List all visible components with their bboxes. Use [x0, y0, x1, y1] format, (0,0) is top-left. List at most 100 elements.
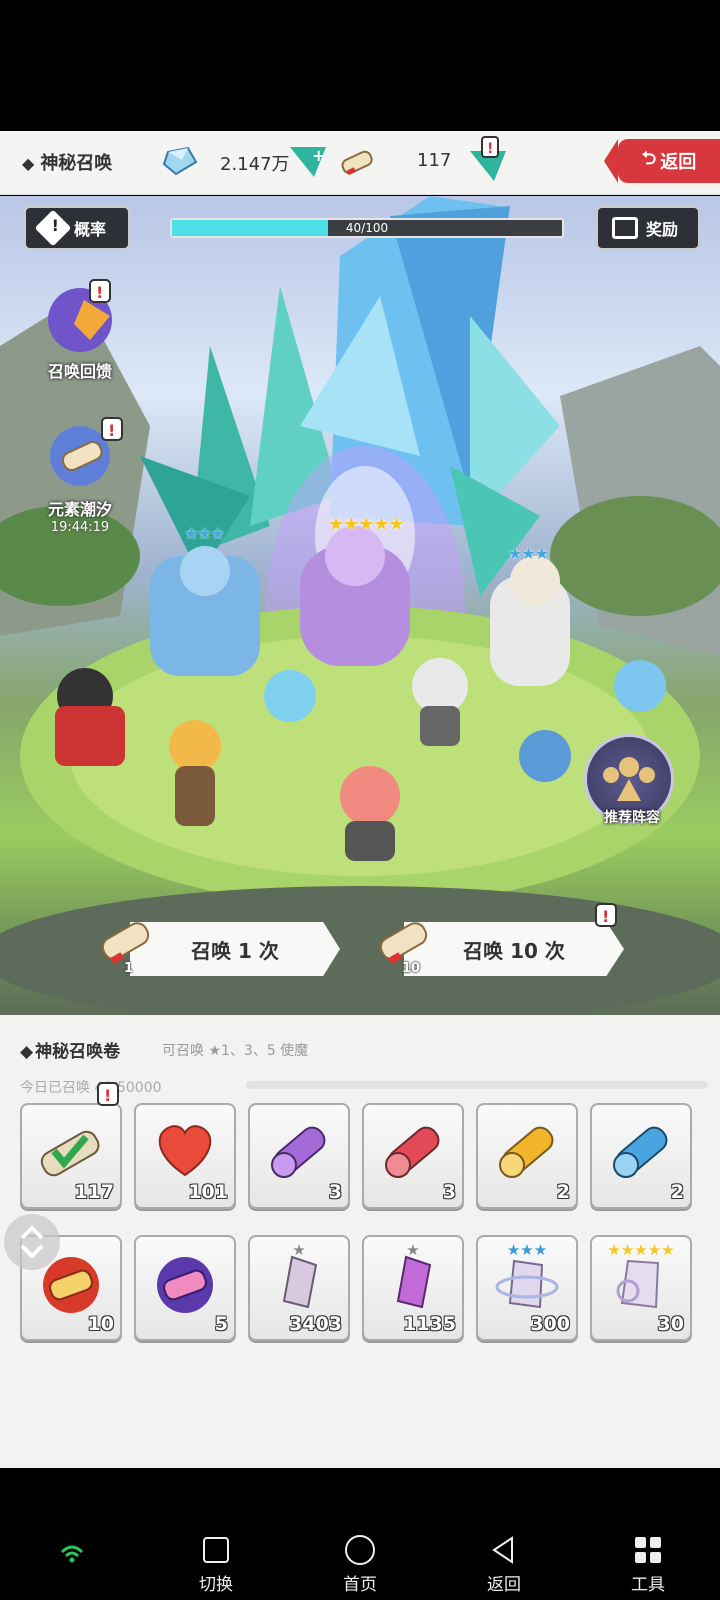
blue-scroll-icon — [613, 1126, 668, 1178]
summon-scene: ! 概率 40/100 奖励 召唤回馈 ! 元素潮汐 19:44:19 ! ★★… — [0, 196, 720, 1016]
hero-stars-3-right: ★★★ — [508, 544, 549, 563]
panel-hint: 可召唤 ★1、3、5 使魔 — [162, 1043, 309, 1059]
item-count: 10 — [87, 1313, 114, 1335]
back-label: 返回 — [660, 152, 697, 173]
panel-title: 神秘召唤卷 — [20, 1037, 120, 1062]
today-summon-count: 今日已召唤 40/50000 — [20, 1080, 162, 1096]
item-count: 30 — [657, 1313, 684, 1335]
floating-assist-button[interactable] — [4, 1214, 60, 1270]
inventory-item-one-star-shard[interactable]: ★ 3403 — [248, 1235, 350, 1341]
item-count: 1135 — [403, 1313, 456, 1335]
system-nav-bar: 切换 首页 返回 工具 — [0, 1520, 720, 1600]
element-tide-label: 元素潮汐 — [47, 500, 112, 519]
page-title: 神秘召唤 — [22, 149, 112, 175]
summon-ten-button[interactable]: 召唤 10 次 — [404, 922, 624, 976]
inventory-item-five-star-shard[interactable]: ★★★★★ 30 — [590, 1235, 692, 1341]
item-count: 5 — [214, 1313, 228, 1335]
inventory-item-red-scroll[interactable]: 3 — [362, 1103, 464, 1209]
svg-text:!: ! — [96, 283, 103, 302]
nav-switch[interactable]: 切换 — [176, 1534, 256, 1595]
item-count: 3403 — [289, 1313, 342, 1335]
inventory-item-mystic-scroll[interactable]: 117 — [20, 1103, 122, 1209]
summon-progress-bar: 40/100 — [170, 218, 564, 238]
scroll-inventory-panel: 神秘召唤卷 可召唤 ★1、3、5 使魔 今日已召唤 40/50000 117 !… — [0, 1015, 720, 1468]
inventory-item-gold-scroll[interactable]: 2 — [476, 1103, 578, 1209]
svg-text:!: ! — [108, 421, 115, 440]
svg-text:!: ! — [602, 907, 609, 926]
nav-back-label: 返回 — [487, 1575, 521, 1595]
summon-ten-cost: 10 — [374, 912, 436, 976]
item-count: 117 — [74, 1181, 114, 1203]
svg-text:!: ! — [487, 141, 493, 157]
nav-switch-label: 切换 — [199, 1575, 233, 1595]
reward-button[interactable]: 奖励 — [596, 206, 700, 250]
inventory-item-one-star-purple-shard[interactable]: ★ 1135 — [362, 1235, 464, 1341]
nav-home-label: 首页 — [343, 1575, 377, 1595]
reward-chest-icon — [612, 217, 638, 239]
item-count: 2 — [670, 1181, 684, 1203]
crystal-shard-icon — [616, 1259, 660, 1309]
element-tide-alert-icon: ! — [101, 417, 123, 441]
recommend-lineup-button[interactable]: 推荐阵容 — [584, 734, 674, 826]
summon-feedback-label: 召唤回馈 — [47, 362, 112, 381]
hero-stars-5-center: ★★★★★ — [328, 514, 405, 535]
reward-label: 奖励 — [646, 220, 679, 239]
inventory-item-three-star-shard[interactable]: ★★★ 300 — [476, 1235, 578, 1341]
summon-feedback-alert-icon: ! — [89, 279, 111, 303]
gold-scroll-icon — [499, 1126, 554, 1178]
summon-ten-label: 召唤 10 次 — [463, 938, 565, 963]
circle-icon — [345, 1535, 375, 1565]
scroll-count: 117 — [417, 150, 452, 171]
nav-home[interactable]: 首页 — [320, 1534, 400, 1595]
summon-once-label: 召唤 1 次 — [191, 938, 279, 963]
heart-icon — [158, 1125, 212, 1177]
triangle-back-icon — [492, 1536, 513, 1564]
inventory-item-purple-medal-scroll[interactable]: 5 — [134, 1235, 236, 1341]
nav-tools[interactable]: 工具 — [608, 1534, 688, 1595]
nav-tools-label: 工具 — [631, 1575, 665, 1595]
today-summon-bar — [246, 1081, 708, 1089]
gem-count: 2.147万 — [220, 154, 290, 175]
purple-scroll-icon — [271, 1126, 326, 1178]
element-tide-timer: 19:44:19 — [50, 520, 110, 535]
rate-button[interactable]: ! 概率 — [24, 206, 130, 250]
item-count: 2 — [556, 1181, 570, 1203]
add-gems-button[interactable]: + — [290, 143, 326, 179]
crystal-shard-icon — [495, 1259, 559, 1309]
mystic-scroll-icon — [40, 1130, 100, 1177]
item-count: 300 — [530, 1313, 570, 1335]
summon-once-button[interactable]: 召唤 1 次 — [130, 922, 340, 976]
recommend-label: 推荐阵容 — [604, 810, 660, 826]
item-count: 3 — [328, 1181, 342, 1203]
inventory-item-purple-scroll[interactable]: 3 — [248, 1103, 350, 1209]
summon-ten-alert-icon: ! — [595, 903, 617, 927]
square-icon — [203, 1537, 229, 1563]
inventory-item-heart[interactable]: 101 — [134, 1103, 236, 1209]
alert-diamond-icon: ! — [34, 209, 72, 247]
summon-once-cost-value: 1 — [124, 961, 134, 976]
hero-stars-3-left: ★★★ — [184, 524, 225, 543]
back-button[interactable]: ⮌ 返回 — [604, 139, 720, 183]
progress-text: 40/100 — [345, 221, 389, 235]
inventory-item-blue-scroll[interactable]: 2 — [590, 1103, 692, 1209]
shard-icon — [282, 1255, 318, 1309]
back-arrow-icon: ⮌ — [641, 148, 657, 169]
wifi-icon — [60, 1545, 84, 1563]
scroll-icon — [341, 150, 373, 176]
game-screen: 神秘召唤 2.147万 + 117 ! ⮌ 返回 — [0, 0, 720, 1600]
grid-icon — [635, 1537, 661, 1563]
gem-icon — [162, 146, 198, 176]
nav-back[interactable]: 返回 — [464, 1534, 544, 1595]
resource-bar: 神秘召唤 2.147万 + 117 ! ⮌ 返回 — [0, 131, 720, 195]
item-count: 3 — [442, 1181, 456, 1203]
chevron-up-down-icon — [20, 1225, 44, 1259]
purple-medal-scroll-icon — [157, 1257, 213, 1313]
rate-label: 概率 — [74, 220, 107, 239]
scroll-add-button[interactable]: ! — [470, 135, 510, 185]
summon-ten-cost-value: 10 — [402, 961, 421, 976]
mystic-scroll-alert-icon: ! — [97, 1082, 119, 1106]
purple-shard-icon — [396, 1255, 432, 1309]
svg-text:+: + — [312, 146, 325, 165]
summon-feedback-event[interactable]: 召唤回馈 — [30, 280, 130, 382]
svg-text:!: ! — [104, 1086, 111, 1105]
